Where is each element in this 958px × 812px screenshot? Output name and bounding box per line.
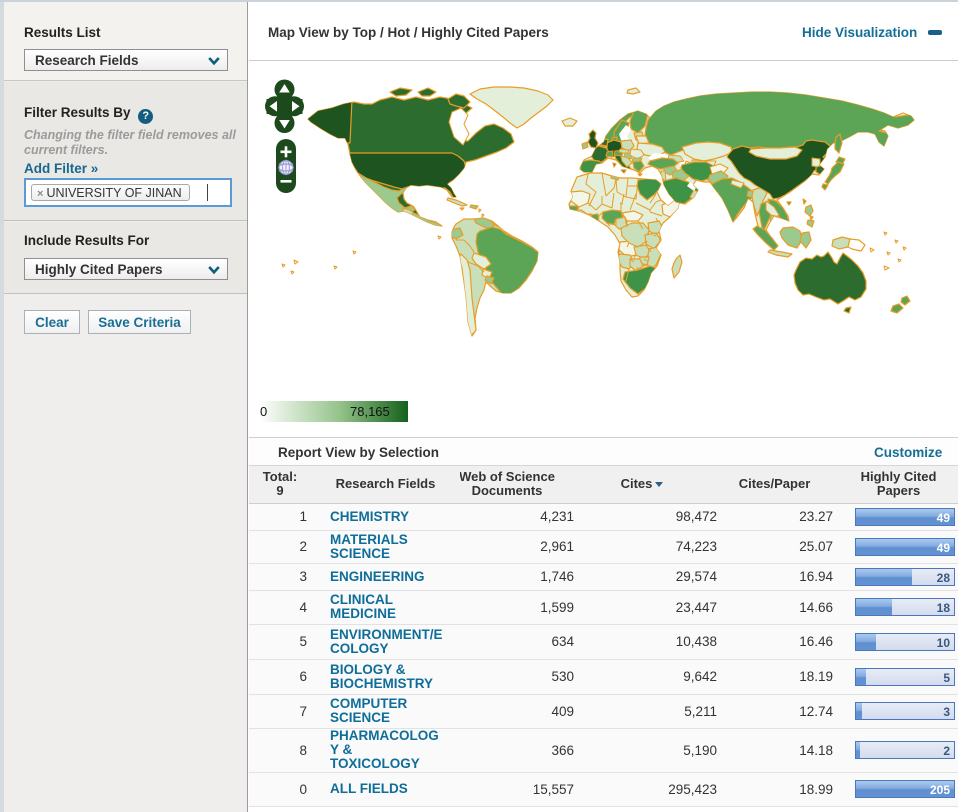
svg-text:0: 0 xyxy=(260,404,267,419)
svg-text:78,165: 78,165 xyxy=(350,404,390,419)
